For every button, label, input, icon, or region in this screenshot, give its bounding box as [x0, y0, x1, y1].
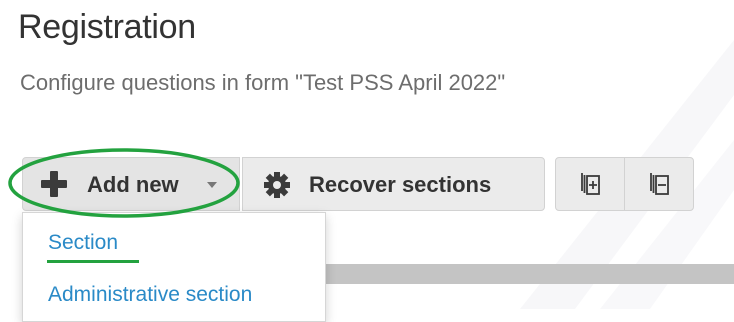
- collapse-all-button[interactable]: [624, 157, 694, 211]
- expand-all-icon: [581, 173, 600, 195]
- add-new-button[interactable]: Add new: [22, 157, 240, 211]
- plus-icon: [41, 171, 67, 197]
- add-new-label: Add new: [87, 172, 179, 197]
- recover-sections-label: Recover sections: [309, 172, 492, 197]
- section-underline-annotation: [47, 260, 139, 263]
- recover-sections-button[interactable]: Recover sections: [242, 157, 545, 211]
- caret-down-icon: [207, 182, 217, 188]
- expand-all-button[interactable]: [555, 157, 625, 211]
- menu-item-section[interactable]: Section: [48, 231, 118, 255]
- menu-item-administrative-section[interactable]: Administrative section: [48, 283, 252, 307]
- section-header-bar: [325, 264, 734, 284]
- gear-icon: [264, 172, 290, 198]
- add-new-dropdown-menu: Section Administrative section: [22, 212, 326, 322]
- collapse-all-icon: [650, 173, 669, 195]
